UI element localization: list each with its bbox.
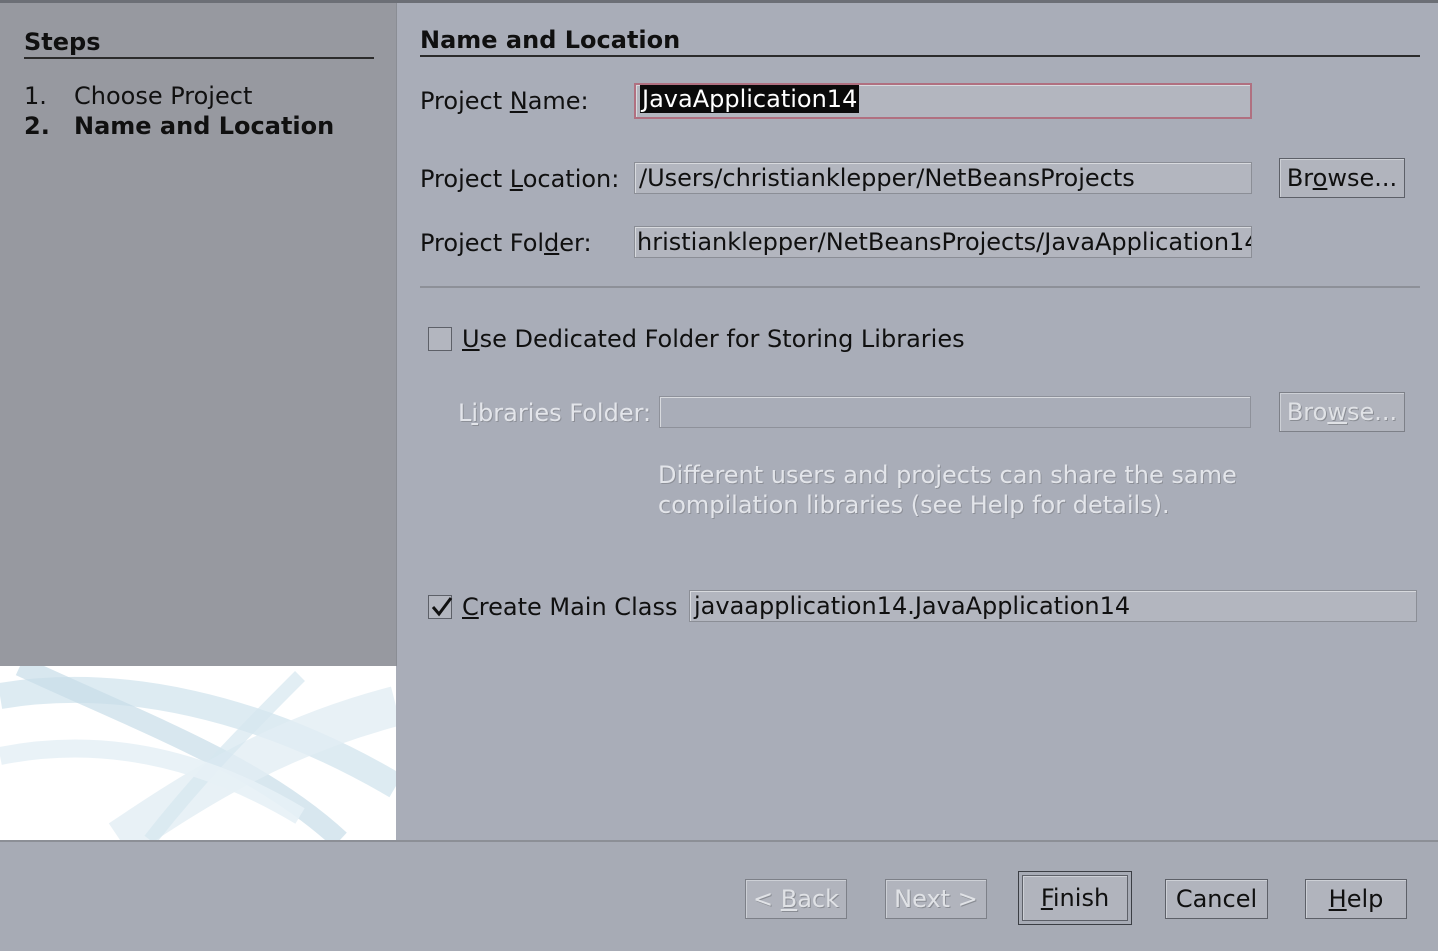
create-main-class-label[interactable]: Create Main Class	[462, 593, 677, 621]
steps-panel: Steps 1. Choose Project 2. Name and Locati…	[0, 3, 397, 666]
wizard-decoration-image	[0, 666, 396, 840]
selected-text: JavaApplication14	[640, 85, 860, 113]
browse-location-button[interactable]: Browse...	[1279, 158, 1405, 198]
libraries-hint-text: Different users and projects can share t…	[658, 461, 1237, 519]
project-name-label: Project Name:	[420, 87, 589, 115]
step-number: 1.	[24, 82, 47, 110]
next-button[interactable]: Next >	[885, 879, 987, 919]
cancel-button[interactable]: Cancel	[1165, 879, 1268, 919]
step-name-and-location: 2. Name and Location	[24, 112, 334, 140]
section-divider	[420, 286, 1420, 288]
step-label: Name and Location	[74, 112, 335, 140]
steps-divider	[24, 57, 374, 59]
step-number: 2.	[24, 112, 50, 140]
step-label: Choose Project	[74, 82, 253, 110]
title-divider	[420, 55, 1420, 57]
help-button[interactable]: Help	[1305, 879, 1407, 919]
page-title: Name and Location	[420, 26, 681, 54]
create-main-class-checkbox[interactable]	[428, 595, 453, 619]
project-location-label: Project Location:	[420, 165, 620, 193]
back-button[interactable]: < Back	[745, 879, 847, 919]
main-class-input[interactable]: javaapplication14.JavaApplication14	[689, 590, 1417, 622]
dedicated-folder-checkbox[interactable]	[428, 327, 452, 351]
project-folder-input[interactable]: hristianklepper/NetBeansProjects/JavaApp…	[634, 226, 1252, 258]
project-location-input[interactable]: /Users/christianklepper/NetBeansProjects	[634, 162, 1252, 194]
project-name-input[interactable]: JavaApplication14	[634, 83, 1252, 119]
step-choose-project: 1. Choose Project	[24, 82, 252, 110]
checkmark-icon	[431, 597, 453, 617]
project-folder-label: Project Folder:	[420, 229, 592, 257]
steps-title: Steps	[24, 28, 101, 56]
libraries-folder-input[interactable]	[659, 396, 1251, 428]
browse-libraries-button[interactable]: Browse...	[1279, 392, 1405, 432]
libraries-folder-label: Libraries Folder:	[458, 399, 652, 427]
finish-button[interactable]: Finish	[1018, 871, 1132, 925]
dedicated-folder-label[interactable]: Use Dedicated Folder for Storing Librari…	[462, 325, 965, 353]
